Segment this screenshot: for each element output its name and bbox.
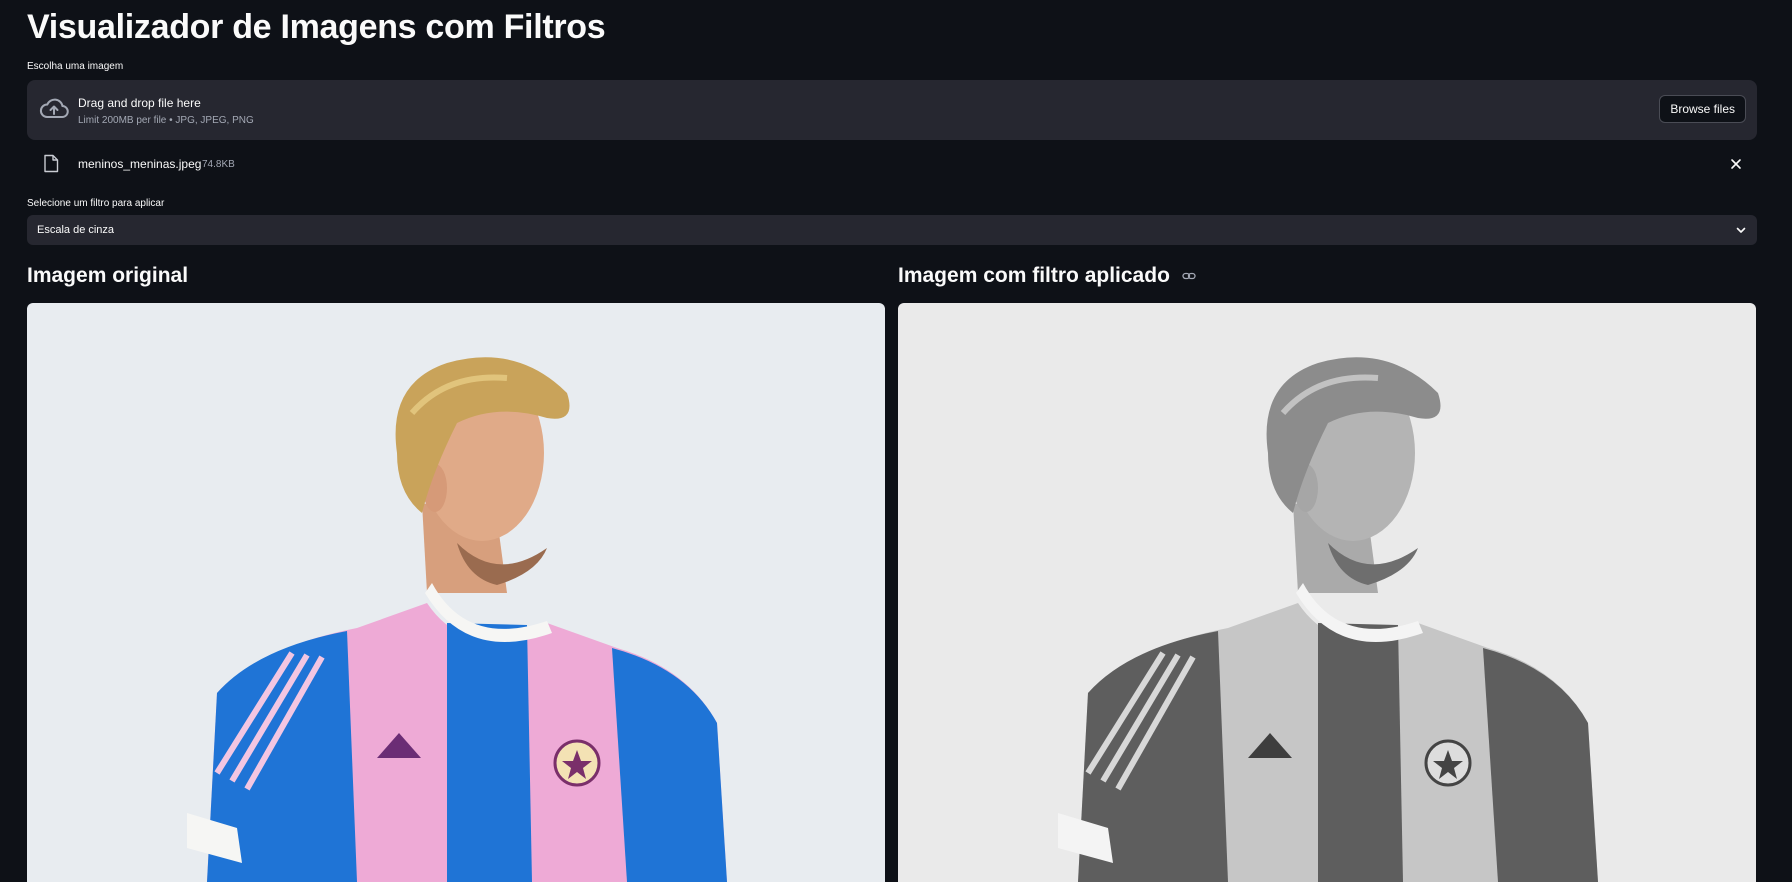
filter-select-value: Escala de cinza	[37, 224, 115, 236]
filter-select-label: Selecione um filtro para aplicar	[27, 198, 165, 209]
file-icon	[44, 154, 59, 173]
original-image	[27, 303, 885, 882]
close-icon[interactable]	[1727, 155, 1745, 173]
page-title: Visualizador de Imagens com Filtros	[27, 8, 606, 46]
dropzone-limit-text: Limit 200MB per file • JPG, JPEG, PNG	[78, 115, 254, 126]
original-image-title: Imagem original	[27, 264, 188, 288]
app-page: Visualizador de Imagens com Filtros Esco…	[0, 0, 1792, 882]
dropzone-instructions: Drag and drop file here	[78, 96, 201, 110]
link-icon[interactable]	[1182, 269, 1196, 283]
uploaded-file-row: meninos_meninas.jpeg 74.8KB	[27, 150, 1757, 178]
filter-select[interactable]: Escala de cinza	[27, 215, 1757, 245]
uploaded-file-size: 74.8KB	[202, 159, 235, 170]
uploaded-file-name: meninos_meninas.jpeg	[78, 157, 202, 171]
filtered-image-title: Imagem com filtro aplicado	[898, 264, 1196, 288]
browse-files-button[interactable]: Browse files	[1659, 95, 1746, 123]
original-image-title-text: Imagem original	[27, 264, 189, 287]
file-dropzone[interactable]: Drag and drop file here Limit 200MB per …	[27, 80, 1757, 140]
chevron-down-icon	[1736, 227, 1746, 233]
filtered-image-title-text: Imagem com filtro aplicado	[898, 264, 1170, 287]
filtered-image	[898, 303, 1756, 882]
cloud-upload-icon	[39, 98, 69, 118]
uploader-label: Escolha uma imagem	[27, 61, 124, 72]
